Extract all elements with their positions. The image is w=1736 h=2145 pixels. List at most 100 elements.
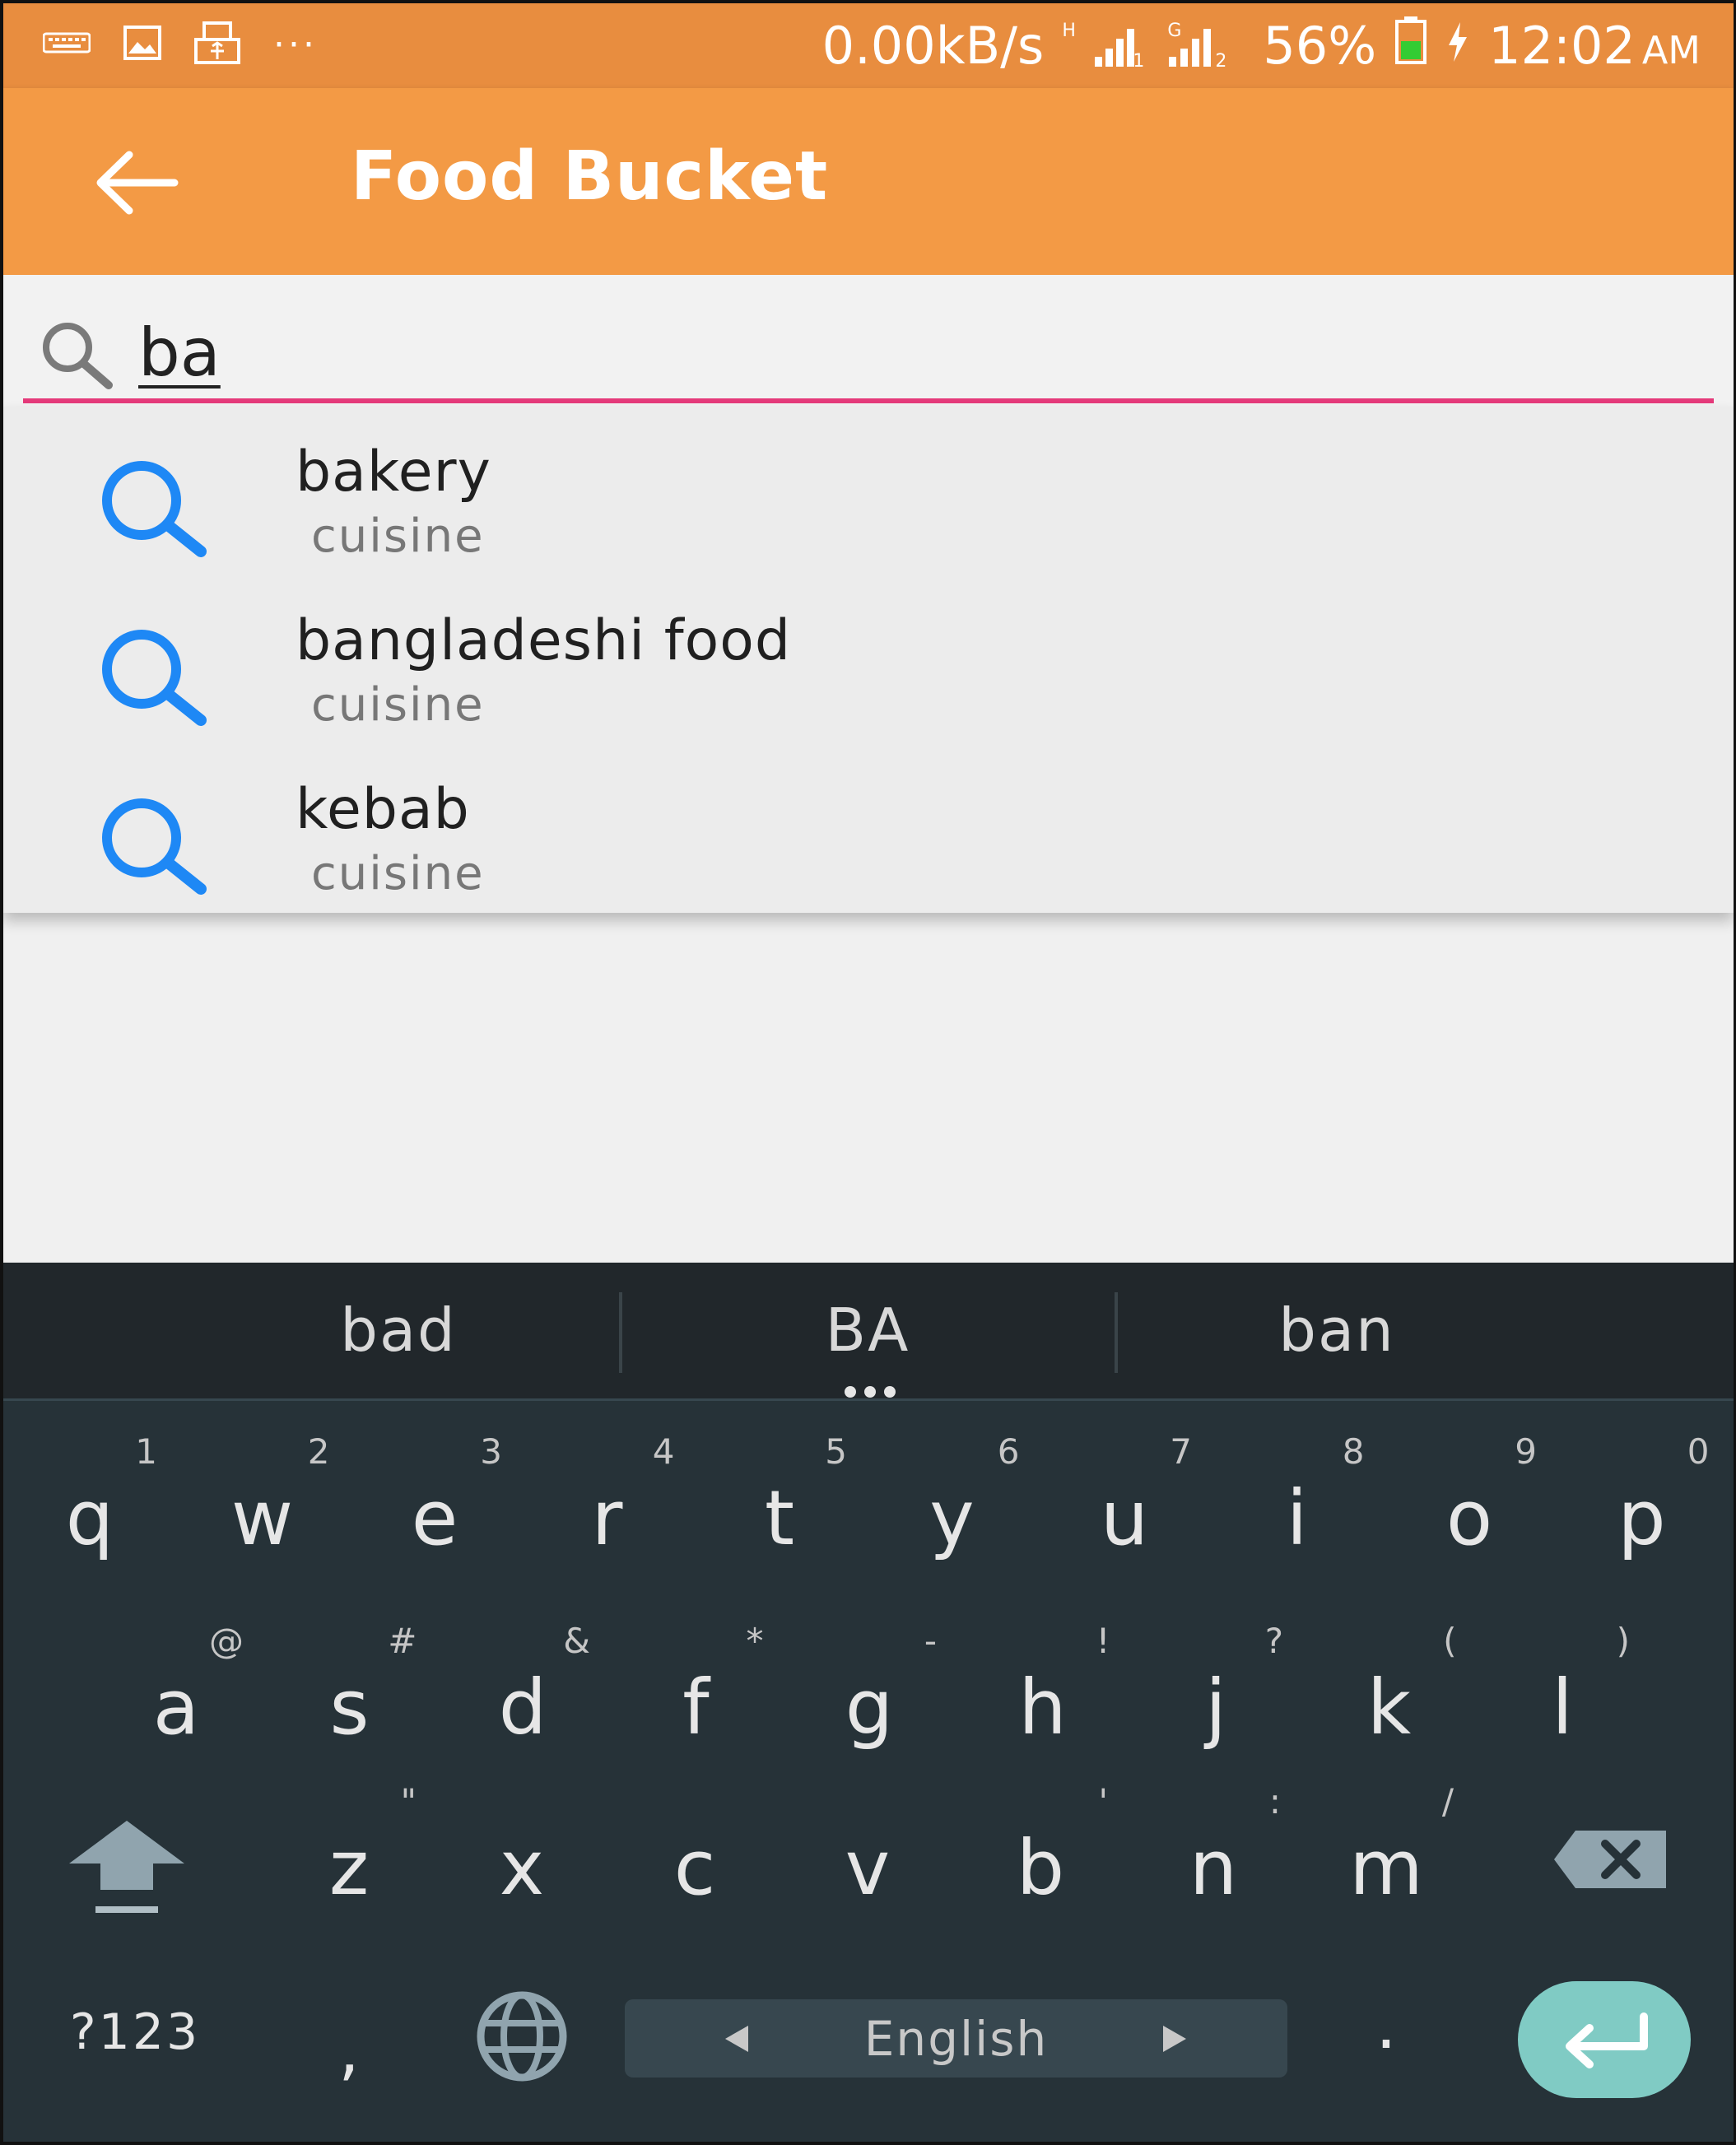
key-v[interactable]: v	[785, 1773, 950, 1938]
key-label: r	[591, 1474, 623, 1562]
key-label: k	[1366, 1663, 1412, 1752]
key-label: x	[499, 1824, 545, 1912]
key-h[interactable]: h!	[961, 1612, 1125, 1777]
key-label: f	[682, 1663, 710, 1752]
status-bar: ··· 0.00kB/s H 1 G 2 56% 12:02 AM	[3, 3, 1734, 88]
key-hint: 3	[480, 1431, 502, 1472]
signal-icon: G 2	[1162, 21, 1245, 72]
phone-screen: ··· 0.00kB/s H 1 G 2 56% 12:02 AM Food B…	[0, 0, 1736, 2145]
key-c[interactable]: c	[612, 1773, 777, 1938]
key-hint: &	[563, 1621, 590, 1661]
key-i[interactable]: i8	[1215, 1423, 1380, 1588]
search-icon	[102, 798, 207, 895]
key-hint: :	[1268, 1781, 1281, 1822]
key-b[interactable]: b '	[958, 1773, 1123, 1938]
key-label: d	[498, 1663, 547, 1752]
key-k[interactable]: k(	[1307, 1612, 1472, 1777]
enter-icon	[1566, 2012, 1648, 2068]
key-label: p	[1617, 1474, 1666, 1562]
key-hint: 1	[135, 1431, 157, 1472]
key-m[interactable]: m /	[1304, 1773, 1468, 1938]
key-label: s	[329, 1663, 370, 1752]
key-hint: )	[1616, 1621, 1630, 1661]
charging-icon	[1445, 16, 1470, 76]
key-y[interactable]: y6	[870, 1423, 1035, 1588]
search-icon	[102, 630, 207, 726]
suggestion-subtitle: cuisine	[311, 847, 485, 900]
divider	[1115, 1292, 1118, 1373]
suggestion-title: kebab	[296, 777, 470, 842]
page-title: Food Bucket	[351, 137, 829, 216]
key-label: v	[845, 1824, 891, 1912]
word-suggestion[interactable]: BA	[744, 1296, 991, 1365]
battery-percent: 56%	[1263, 16, 1377, 76]
period-key[interactable]: .	[1353, 1987, 1419, 2078]
key-l[interactable]: l)	[1480, 1612, 1645, 1777]
search-input[interactable]	[138, 311, 1686, 393]
key-d[interactable]: d &	[440, 1612, 605, 1777]
key-hint: 2	[307, 1431, 330, 1472]
usb-icon	[194, 21, 240, 67]
key-w[interactable]: w2	[180, 1423, 345, 1588]
key-label: y	[929, 1474, 975, 1562]
key-label: n	[1189, 1824, 1238, 1912]
key-hint: 6	[997, 1431, 1020, 1472]
language-key[interactable]	[464, 1987, 579, 2086]
key-g[interactable]: g-	[787, 1612, 952, 1777]
key-q[interactable]: q1	[7, 1423, 172, 1588]
key-o[interactable]: o9	[1387, 1423, 1552, 1588]
key-f[interactable]: f *	[614, 1612, 779, 1777]
word-suggestion[interactable]: bad	[275, 1296, 522, 1365]
key-p[interactable]: p0	[1560, 1423, 1724, 1588]
key-t[interactable]: t5	[697, 1423, 862, 1588]
sim-number: 2	[1215, 50, 1227, 72]
key-a[interactable]: a @	[94, 1612, 258, 1777]
enter-key[interactable]	[1518, 1981, 1691, 2098]
word-suggestion[interactable]: ban	[1213, 1296, 1460, 1365]
more-suggestions-icon[interactable]	[833, 1386, 907, 1399]
key-label: t	[764, 1474, 795, 1562]
divider	[619, 1292, 622, 1373]
key-u[interactable]: u7	[1042, 1423, 1207, 1588]
key-label: b	[1016, 1824, 1065, 1912]
key-label: w	[230, 1474, 294, 1562]
key-hint: 5	[825, 1431, 847, 1472]
key-hint: 4	[652, 1431, 675, 1472]
shift-key[interactable]	[61, 1814, 193, 1938]
suggestion-item[interactable]: bangladeshi food cuisine	[3, 575, 1734, 744]
image-icon	[123, 26, 161, 63]
key-s[interactable]: s #	[268, 1612, 432, 1777]
backspace-icon	[1554, 1831, 1666, 1888]
word-suggestion-strip: bad BA ban	[3, 1263, 1734, 1401]
backspace-key[interactable]	[1551, 1822, 1674, 1905]
arrow-left-icon	[96, 151, 179, 215]
keyboard-icon	[42, 30, 91, 58]
suggestion-item[interactable]: kebab cuisine	[3, 744, 1734, 913]
key-label: m	[1349, 1824, 1423, 1912]
key-n[interactable]: n:	[1131, 1773, 1296, 1938]
key-z[interactable]: z "	[267, 1773, 431, 1938]
key-label: u	[1100, 1474, 1149, 1562]
key-hint: !	[1096, 1621, 1110, 1661]
key-hint: ?	[1264, 1621, 1283, 1661]
key-x[interactable]: x	[440, 1773, 604, 1938]
suggestion-item[interactable]: bakery cuisine	[3, 407, 1734, 575]
key-e[interactable]: e3	[352, 1423, 517, 1588]
key-label: h	[1018, 1663, 1067, 1752]
key-hint: /	[1441, 1781, 1454, 1822]
app-bar: Food Bucket	[3, 88, 1734, 275]
key-j[interactable]: j?	[1133, 1612, 1298, 1777]
space-bar[interactable]: English	[625, 1999, 1287, 2078]
key-label: z	[328, 1824, 370, 1912]
key-hint: '	[1098, 1781, 1108, 1822]
globe-icon	[477, 1991, 567, 2082]
sim-number: 1	[1133, 50, 1145, 72]
comma-key[interactable]: ,	[316, 2012, 382, 2102]
symbols-key[interactable]: ?123	[53, 2003, 217, 2078]
clock: 12:02 AM	[1488, 16, 1701, 76]
key-r[interactable]: r4	[525, 1423, 690, 1588]
back-button[interactable]	[92, 150, 183, 216]
suggestion-title: bakery	[296, 440, 491, 505]
arrow-right-icon	[1163, 2026, 1186, 2052]
key-label: c	[673, 1824, 716, 1912]
